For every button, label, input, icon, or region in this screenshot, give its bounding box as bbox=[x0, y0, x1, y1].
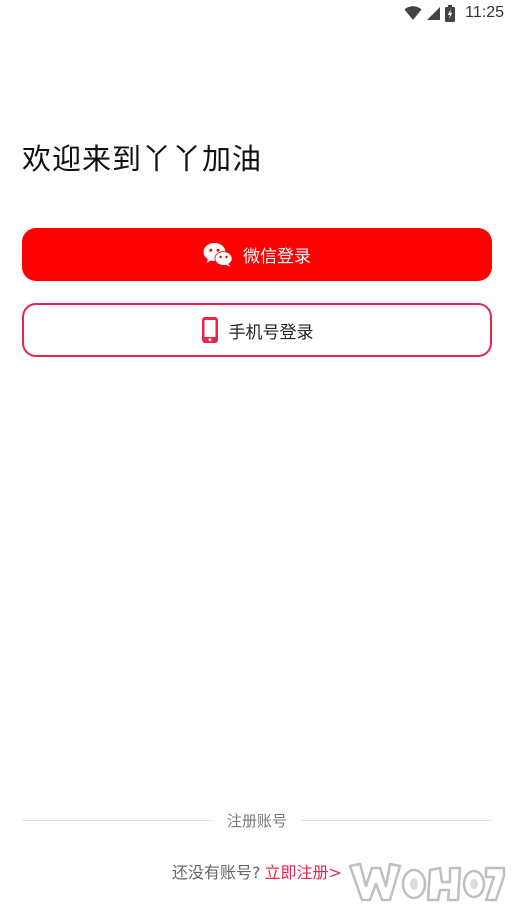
divider-line-right bbox=[301, 819, 493, 821]
register-now-link[interactable]: 立即注册> bbox=[265, 859, 342, 883]
phone-login-button[interactable]: 手机号登录 bbox=[22, 303, 492, 357]
welcome-title: 欢迎来到丫丫加油 bbox=[22, 142, 263, 176]
divider-line-left bbox=[22, 819, 213, 821]
divider-label: 注册账号 bbox=[227, 811, 288, 830]
phone-login-label: 手机号登录 bbox=[228, 322, 314, 343]
wechat-login-label: 微信登录 bbox=[243, 247, 311, 267]
wechat-login-button[interactable]: 微信登录 bbox=[22, 228, 492, 281]
register-divider: 注册账号 bbox=[22, 808, 493, 832]
battery-charging-icon bbox=[445, 4, 456, 22]
signal-icon bbox=[426, 6, 441, 21]
wechat-icon bbox=[203, 242, 233, 268]
phone-icon bbox=[201, 316, 219, 344]
site-logo-watermark bbox=[346, 856, 506, 908]
login-screen: 11:25 欢迎来到丫丫加油 微信登录 手机号登录 注册账号 还没有账号? 立即… bbox=[0, 0, 514, 914]
wifi-icon bbox=[404, 5, 422, 21]
status-time: 11:25 bbox=[465, 4, 504, 21]
no-account-text: 还没有账号? bbox=[172, 863, 261, 882]
status-bar: 11:25 bbox=[0, 0, 514, 26]
